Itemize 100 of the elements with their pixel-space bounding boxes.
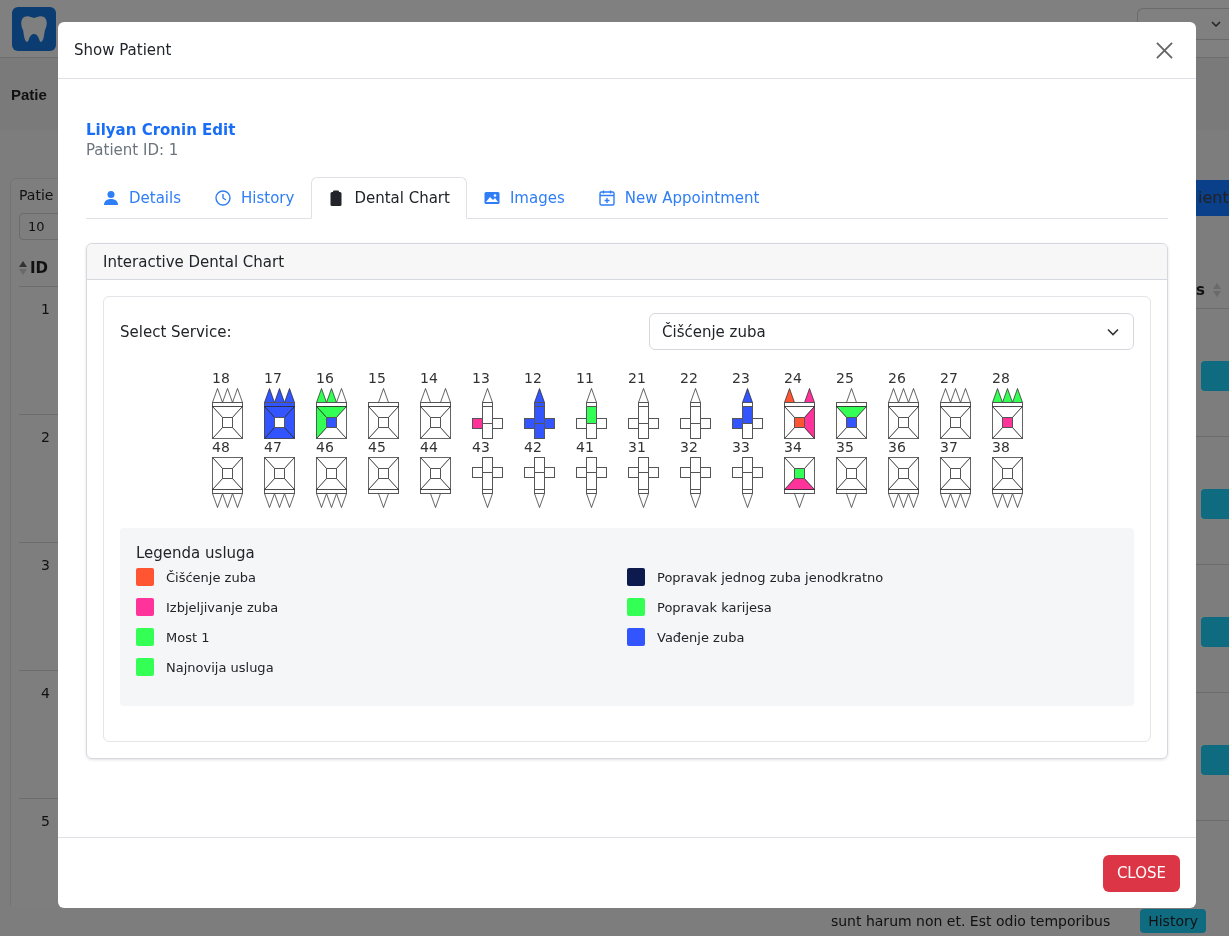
image-icon [483,190,500,206]
legend-label: Izbjeljivanje zuba [166,599,279,615]
legend-label: Vađenje zuba [657,629,745,645]
table-cell: 2 [41,429,50,445]
service-select[interactable]: Čišćenje zuba [649,313,1134,350]
tooth-drawing[interactable] [888,388,919,439]
legend-title: Legenda usluga [136,544,256,562]
service-label: Select Service: [120,322,232,341]
legend-label: Most 1 [166,629,210,645]
tooth-number: 25 [836,370,854,386]
tooth-drawing[interactable] [576,388,607,439]
tooth-drawing[interactable] [420,457,451,508]
tooth-drawing[interactable] [472,388,503,439]
tooth-drawing[interactable] [732,457,763,508]
tooth-number: 48 [212,439,230,455]
column-header: s [1196,281,1205,299]
close-button[interactable]: CLOSE [1102,854,1180,892]
tooth-drawing[interactable] [420,388,451,439]
tooth-number: 47 [264,439,282,455]
tooth-number: 37 [940,439,958,455]
tooth-number: 17 [264,370,282,386]
tooth-number: 12 [524,370,542,386]
tooth-drawing[interactable] [628,388,659,439]
tooth-number: 43 [472,439,490,455]
tooth-number: 33 [732,439,750,455]
sort-icon[interactable] [19,261,27,275]
tooth-drawing[interactable] [628,457,659,508]
tooth-drawing[interactable] [992,457,1023,508]
tooth-drawing[interactable] [732,388,763,439]
tooth-drawing[interactable] [576,457,607,508]
tooth-drawing[interactable] [784,388,815,439]
tooth-drawing[interactable] [940,457,971,508]
tooth-drawing[interactable] [212,388,243,439]
tooth-drawing[interactable] [784,457,815,508]
patient-name-link[interactable]: Lilyan Cronin Edit [86,121,1168,139]
tooth-drawing[interactable] [212,457,243,508]
table-cell: 1 [41,301,50,317]
tooth-number: 23 [732,370,750,386]
tooth-number: 28 [992,370,1010,386]
tab[interactable]: Details [86,177,198,219]
modal-title: Show Patient [74,41,172,59]
tooth-drawing[interactable] [992,388,1023,439]
history-button[interactable]: History [1140,909,1206,933]
tooth-number: 31 [628,439,646,455]
tooth-number: 35 [836,439,854,455]
tab[interactable]: New Appointment [581,177,777,219]
card-title: Patie [19,187,55,203]
tab[interactable]: Dental Chart [311,177,467,219]
table-cell: 3 [41,557,50,573]
legend-label: Popravak jednog zuba jenodkratno [657,569,884,585]
tooth-number: 34 [784,439,802,455]
table-cell: 4 [41,685,50,701]
tooth-drawing[interactable] [524,457,555,508]
tooth-number: 42 [524,439,542,455]
tooth-drawing[interactable] [264,388,295,439]
chevron-down-icon [1107,327,1119,336]
tooth-drawing[interactable] [680,388,711,439]
table-cell: 5 [41,813,50,829]
tooth-number: 38 [992,439,1010,455]
tooth-number: 14 [420,370,438,386]
legend-label: Najnovija usluga [166,659,274,675]
calendar-plus-icon [598,190,615,206]
tooth-number: 41 [576,439,594,455]
patient-id: Patient ID: 1 [86,141,180,159]
tooth-number: 32 [680,439,698,455]
tooth-number: 27 [940,370,958,386]
tooth-drawing[interactable] [836,388,867,439]
tooth-drawing[interactable] [888,457,919,508]
tooth-drawing[interactable] [368,457,399,508]
tooth-number: 26 [888,370,906,386]
tooth-number: 45 [368,439,386,455]
tooth-number: 44 [420,439,438,455]
tooth-logo-icon[interactable] [12,6,56,51]
clock-icon [215,190,231,206]
tooth-drawing[interactable] [316,388,347,439]
person-icon [103,190,119,206]
legend-label: Čišćenje zuba [166,569,256,585]
tab[interactable]: Images [466,177,582,219]
tooth-number: 11 [576,370,594,386]
tooth-drawing[interactable] [316,457,347,508]
clipboard-icon [328,190,345,206]
table-cell: sunt harum non et. Est odio temporibus [830,913,1111,929]
tooth-number: 21 [628,370,646,386]
tooth-drawing[interactable] [940,388,971,439]
tooth-drawing[interactable] [680,457,711,508]
tooth-drawing[interactable] [368,388,399,439]
tooth-number: 18 [212,370,230,386]
tooth-number: 22 [680,370,698,386]
tooth-number: 15 [368,370,386,386]
tooth-drawing[interactable] [472,457,503,508]
column-header: ID [30,259,49,277]
legend-label: Popravak karijesa [657,599,772,615]
tooth-drawing[interactable] [836,457,867,508]
tooth-number: 36 [888,439,906,455]
tooth-number: 13 [472,370,490,386]
tooth-drawing[interactable] [264,457,295,508]
tooth-drawing[interactable] [524,388,555,439]
tab[interactable]: History [198,177,312,219]
tooth-number: 24 [784,370,802,386]
close-icon[interactable] [1156,41,1173,59]
